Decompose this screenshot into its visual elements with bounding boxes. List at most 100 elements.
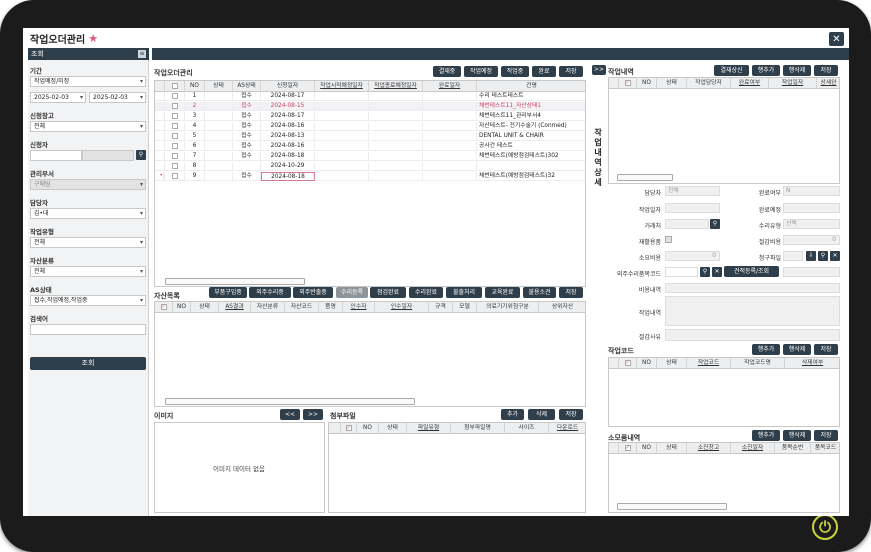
row-checkbox[interactable] — [165, 122, 185, 131]
reduce-field[interactable]: 0 — [783, 235, 840, 245]
table-row[interactable]: 4 접수 2024-08-16 자산테스트- 전기수술기 (Conmed) — [155, 122, 585, 131]
repairtype-field[interactable]: 선택 — [783, 219, 840, 229]
collapse-icon[interactable]: ≡ — [138, 50, 146, 58]
outcode-field[interactable] — [665, 267, 698, 277]
parts-buying-button[interactable]: 부품구입중 — [209, 287, 247, 298]
assets-header-checkbox[interactable]: ✓ — [155, 302, 173, 313]
out-repairing-button[interactable]: 외주수리중 — [249, 287, 291, 298]
issue-process-button[interactable]: 불출처리 — [446, 287, 482, 298]
invoice-field[interactable] — [783, 251, 803, 261]
row-checkbox[interactable] — [165, 162, 185, 171]
row-checkbox[interactable] — [165, 142, 185, 151]
save-button[interactable]: 저장 — [559, 66, 583, 77]
vendor-field[interactable] — [665, 219, 709, 229]
outcode-clear-icon[interactable]: ✕ — [712, 267, 722, 277]
outcode-search-icon[interactable]: ⚲ — [700, 267, 710, 277]
close-button[interactable]: ✕ — [829, 32, 844, 46]
table-row[interactable]: 6 접수 2024-08-16 공사건 테스트 — [155, 142, 585, 151]
period-select[interactable]: 작업예정/미정 — [30, 76, 146, 87]
approving-button[interactable]: 결재중 — [433, 66, 461, 77]
complete-button[interactable]: 완료 — [532, 66, 556, 77]
consum-add-button[interactable]: 행추가 — [752, 430, 780, 441]
row-checkbox[interactable] — [165, 92, 185, 101]
consum-delete-button[interactable]: 행삭제 — [783, 430, 811, 441]
repair-done-button[interactable]: 수리완료 — [409, 287, 443, 298]
table-row[interactable]: 1 접수 2024-08-17 수리 테스트테스트 — [155, 92, 585, 101]
table-row[interactable]: 2 접수 2024-08-15 채번테스트11_자산상태1 — [155, 102, 585, 111]
approve-submit-button[interactable]: 결재상신 — [714, 65, 749, 76]
cell-as-status: 접수 — [233, 152, 261, 161]
orders-hscroll[interactable] — [165, 278, 305, 285]
row-delete-button[interactable]: 행삭제 — [783, 65, 811, 76]
file-delete-button[interactable]: 삭제 — [528, 409, 555, 420]
owner-field[interactable]: 전체 — [665, 186, 720, 196]
detail-save-button[interactable]: 저장 — [814, 65, 838, 76]
workcode-header-checkbox[interactable]: ✓ — [619, 358, 637, 369]
date-from-field[interactable]: 2025-02-03 — [30, 92, 86, 103]
consum-header-checkbox[interactable]: ✓ — [619, 443, 637, 454]
detail-hscroll[interactable] — [617, 174, 673, 181]
table-row[interactable]: 8 2024-10-29 — [155, 162, 585, 171]
row-checkbox[interactable] — [165, 152, 185, 161]
edu-done-button[interactable]: 교육완료 — [485, 287, 520, 298]
owner-select[interactable]: 김•대 — [30, 208, 146, 219]
row-checkbox[interactable] — [165, 112, 185, 121]
table-row[interactable]: 3 접수 2024-08-17 채번테스트11_관리부서4 — [155, 112, 585, 121]
table-row[interactable]: 7 접수 2024-08-18 채번테스트(예방점검테스트)302 — [155, 152, 585, 161]
reason-field[interactable] — [665, 329, 840, 341]
requester-input[interactable] — [30, 150, 82, 161]
detail-header-checkbox[interactable]: ✓ — [619, 78, 637, 89]
requester-search-icon[interactable]: ⚲ — [136, 150, 146, 160]
file-save-button[interactable]: 저장 — [559, 409, 583, 420]
workcode-add-button[interactable]: 행추가 — [752, 344, 780, 355]
warehouse-select[interactable]: 전체 — [30, 121, 146, 132]
invoice-clear-icon[interactable]: ✕ — [830, 251, 840, 261]
date-to-field[interactable]: 2025-02-03 — [89, 92, 146, 103]
disuse-opinion-button[interactable]: 불용소견 — [523, 287, 556, 298]
detail-toggle-button[interactable]: >> — [592, 65, 606, 75]
row-marker — [155, 162, 165, 171]
inspect-done-button[interactable]: 점검완료 — [370, 287, 406, 298]
row-checkbox[interactable] — [165, 102, 185, 111]
header-marker — [155, 81, 165, 92]
invoice-search-icon[interactable]: ⚲ — [818, 251, 828, 261]
download-icon[interactable]: ⇩ — [806, 251, 816, 261]
assets-save-button[interactable]: 저장 — [559, 287, 583, 298]
next-button[interactable]: >> — [303, 409, 323, 420]
assets-hscroll[interactable] — [165, 398, 415, 405]
planned-button[interactable]: 작업예정 — [464, 66, 498, 77]
power-icon[interactable]: ⏻ — [812, 514, 838, 540]
keyword-input[interactable] — [30, 324, 146, 335]
consum-save-button[interactable]: 저장 — [814, 430, 838, 441]
asset-class-select[interactable]: 전체 — [30, 266, 146, 277]
file-add-button[interactable]: 추가 — [501, 409, 524, 420]
star-icon[interactable]: ★ — [88, 32, 98, 45]
costdetail-field[interactable] — [665, 283, 840, 293]
workdate-field[interactable] — [665, 203, 720, 213]
workcode-save-button[interactable]: 저장 — [814, 344, 838, 355]
detail-side-text: 작업내역상세 — [594, 128, 602, 187]
consum-hscroll[interactable] — [617, 503, 727, 510]
table-row[interactable]: 5 접수 2024-08-13 DENTAL UNIT & CHAIR — [155, 132, 585, 141]
table-row[interactable]: • 9 접수 2024-08-18 채번테스트(예방점검테스트)32 — [155, 172, 585, 181]
repair-register-button[interactable]: 수리등록 — [336, 287, 368, 298]
row-checkbox[interactable] — [165, 132, 185, 141]
row-add-button[interactable]: 행추가 — [752, 65, 780, 76]
row-checkbox[interactable] — [165, 172, 185, 181]
worktype-select[interactable]: 전체 — [30, 237, 146, 248]
cost-field[interactable]: 0 — [665, 251, 720, 261]
files-header-checkbox[interactable]: ✓ — [341, 423, 357, 434]
workcode-delete-button[interactable]: 행삭제 — [783, 344, 811, 355]
header-checkbox[interactable] — [165, 81, 185, 92]
out-shipping-button[interactable]: 외주반출중 — [293, 287, 333, 298]
estimate-button[interactable]: 견적등록/조회 — [724, 266, 779, 277]
vendor-search-icon[interactable]: ⚲ — [710, 219, 720, 229]
workdetail-field[interactable] — [665, 296, 840, 326]
as-status-select[interactable]: 접수,작업예정,작업중 — [30, 295, 146, 306]
done-field[interactable]: N — [783, 186, 840, 196]
working-button[interactable]: 작업중 — [501, 66, 529, 77]
planned-field[interactable] — [783, 203, 840, 213]
reuse-checkbox[interactable] — [665, 236, 672, 243]
prev-button[interactable]: << — [280, 409, 300, 420]
search-button[interactable]: 조회 — [30, 357, 146, 370]
